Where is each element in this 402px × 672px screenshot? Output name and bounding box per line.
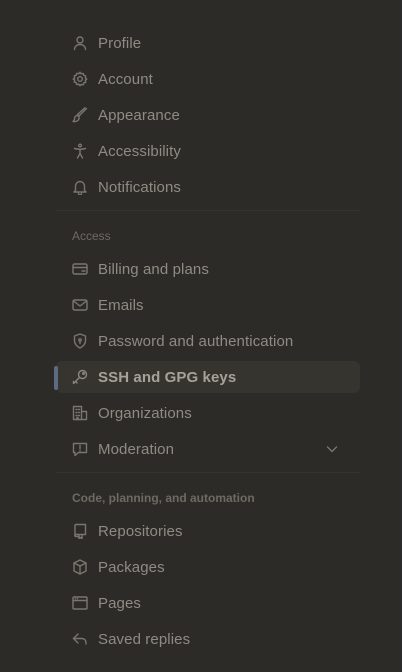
browser-icon — [72, 595, 88, 611]
sidebar-item-label: Organizations — [98, 404, 192, 422]
sidebar-item-packages[interactable]: Packages — [56, 551, 360, 583]
repo-icon — [72, 523, 88, 539]
sidebar-item-label: Repositories — [98, 522, 183, 540]
sidebar-item-label: Profile — [98, 34, 142, 52]
sidebar-item-label: Emails — [98, 296, 144, 314]
gear-icon — [72, 71, 88, 87]
reply-icon — [72, 631, 88, 647]
sidebar-item-label: Billing and plans — [98, 260, 209, 278]
sidebar-item-label: Packages — [98, 558, 165, 576]
sidebar-item-label: Account — [98, 70, 153, 88]
sidebar-item-pages[interactable]: Pages — [56, 587, 360, 619]
organization-icon — [72, 405, 88, 421]
settings-sidebar: Profile Account Appearance Accessibility… — [54, 27, 360, 659]
sidebar-item-emails[interactable]: Emails — [56, 289, 360, 321]
sidebar-item-label: Saved replies — [98, 630, 191, 648]
sidebar-item-ssh-gpg-keys[interactable]: SSH and GPG keys — [54, 361, 360, 393]
accessibility-icon — [72, 143, 88, 159]
sidebar-item-label: Notifications — [98, 178, 182, 196]
active-indicator — [54, 366, 58, 390]
report-icon — [72, 441, 88, 457]
sidebar-item-profile[interactable]: Profile — [56, 27, 360, 59]
chevron-down-icon[interactable] — [324, 441, 340, 457]
package-icon — [72, 559, 88, 575]
sidebar-item-saved-replies[interactable]: Saved replies — [56, 623, 360, 655]
sidebar-item-label: Accessibility — [98, 142, 181, 160]
shield-lock-icon — [72, 333, 88, 349]
sidebar-item-moderation[interactable]: Moderation — [56, 433, 360, 465]
sidebar-item-notifications[interactable]: Notifications — [56, 171, 360, 203]
sidebar-item-label: SSH and GPG keys — [98, 368, 237, 386]
sidebar-item-organizations[interactable]: Organizations — [56, 397, 360, 429]
sidebar-item-account[interactable]: Account — [56, 63, 360, 95]
sidebar-item-billing[interactable]: Billing and plans — [56, 253, 360, 285]
sidebar-item-label: Password and authentication — [98, 332, 294, 350]
sidebar-item-appearance[interactable]: Appearance — [56, 99, 360, 131]
sidebar-item-accessibility[interactable]: Accessibility — [56, 135, 360, 167]
sidebar-item-repositories[interactable]: Repositories — [56, 515, 360, 547]
sidebar-item-label: Moderation — [98, 440, 175, 458]
key-icon — [72, 369, 88, 385]
mail-icon — [72, 297, 88, 313]
credit-card-icon — [72, 261, 88, 277]
paintbrush-icon — [72, 107, 88, 123]
sidebar-item-label: Appearance — [98, 106, 180, 124]
sidebar-item-password[interactable]: Password and authentication — [56, 325, 360, 357]
section-title-access: Access — [72, 229, 111, 243]
person-icon — [72, 35, 88, 51]
sidebar-item-label: Pages — [98, 594, 142, 612]
section-divider — [56, 472, 360, 473]
section-divider — [56, 210, 360, 211]
section-title-code: Code, planning, and automation — [72, 491, 255, 505]
bell-icon — [72, 179, 88, 195]
